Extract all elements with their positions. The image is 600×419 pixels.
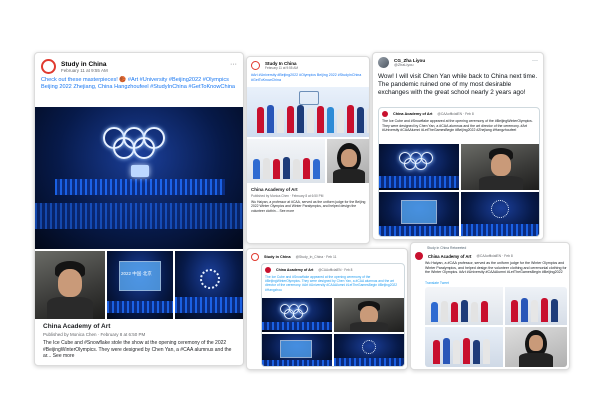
stage-lineup-image[interactable] xyxy=(425,327,503,367)
uniforms-image[interactable] xyxy=(247,139,325,183)
quoted-name: China Academy of Art xyxy=(276,268,314,272)
ice-cube-thumbnail[interactable]: 2022 中国·北京 xyxy=(107,251,173,319)
quoted-body: The Ice Cube and #Snowflake appeared at … xyxy=(265,275,398,292)
olympic-rings xyxy=(103,127,183,163)
ice-cube-image xyxy=(379,192,459,236)
shared-page-name[interactable]: China Academy of Art xyxy=(43,323,110,330)
quoted-name: China Academy of Art xyxy=(393,112,433,116)
shared-body: Wu Haiyan, a professor at #CAA, served a… xyxy=(251,200,366,213)
tweet-body: Wow! I will visit Chen Yan while back to… xyxy=(378,73,538,97)
account-handle: @Study_In_China · Feb 11 xyxy=(295,255,337,259)
portrait-thumbnail[interactable] xyxy=(35,251,105,319)
account-avatar[interactable] xyxy=(251,253,259,261)
quoted-tweet[interactable]: China Academy of Art @CAAofficialEN · Fe… xyxy=(261,263,405,367)
account-avatar[interactable] xyxy=(378,57,389,68)
translate-link[interactable]: Translate Tweet xyxy=(425,281,449,285)
quoted-avatar xyxy=(382,111,388,117)
ceremony-stage-image[interactable] xyxy=(247,87,369,137)
professor-portrait-image[interactable] xyxy=(505,327,567,367)
facebook-post-left: Study in China February 11 at 9:55 AM ··… xyxy=(34,52,244,366)
tweet-right-bottom: Study in China Retweeted China Academy o… xyxy=(410,242,570,370)
ceremony-image[interactable] xyxy=(35,107,243,249)
quoted-avatar xyxy=(265,267,271,273)
portrait-image xyxy=(461,144,539,190)
ceremony-stage-image[interactable] xyxy=(505,287,567,325)
ice-cube-image xyxy=(262,334,332,366)
quoted-handle: @CAAofficialEN · Feb 8 xyxy=(318,268,353,272)
shared-page-name[interactable]: China Academy of Art xyxy=(251,187,298,192)
quoted-body: The Ice Cube and #Snowflake appeared at … xyxy=(382,119,533,132)
account-handle: @CAAofficialEN · Feb 8 xyxy=(476,254,513,258)
facebook-post-middle: Study In China February 11 at 9:55 AM #A… xyxy=(246,56,370,244)
post-body: #Art #University #Beijing2022 #Olympics … xyxy=(251,73,362,82)
page-avatar[interactable] xyxy=(251,61,260,70)
portrait-image xyxy=(334,298,404,332)
quoted-handle: @CAAofficialEN · Feb 8 xyxy=(437,112,474,116)
rings-image xyxy=(379,144,459,190)
post-date[interactable]: February 11 at 9:55 AM xyxy=(61,68,108,73)
inset-caption: 2022 中国·北京 xyxy=(121,271,152,276)
uniforms-image[interactable] xyxy=(425,287,503,325)
retweet-label: Study in China Retweeted xyxy=(427,246,467,250)
more-options-icon[interactable]: ··· xyxy=(230,61,237,68)
social-post-collage: Study in China February 11 at 9:55 AM ··… xyxy=(0,0,600,419)
page-name[interactable]: Study in China xyxy=(61,61,108,68)
shared-meta: Published by Monica Chen · February 8 at… xyxy=(43,332,146,337)
shared-meta: Published by Monica Chen · February 8 at… xyxy=(251,194,324,198)
shared-body: The Ice Cube and #Snowflake stole the sh… xyxy=(43,340,232,359)
rings-image xyxy=(262,298,332,332)
post-body: Check out these masterpieces! 🏀 #Art #Un… xyxy=(41,77,236,90)
account-name[interactable]: China Academy of Art xyxy=(428,254,471,259)
account-name[interactable]: Study in China xyxy=(264,255,291,259)
account-avatar[interactable] xyxy=(415,252,423,260)
professor-portrait-image[interactable] xyxy=(327,139,369,183)
snowflake-thumbnail[interactable] xyxy=(175,251,243,319)
page-avatar[interactable] xyxy=(41,59,56,74)
quoted-tweet[interactable]: China Academy of Art @CAAofficialEN · Fe… xyxy=(378,107,540,237)
account-handle: @ZhaLiyou xyxy=(394,63,414,67)
tweet-middle: Study in China @Study_In_China · Feb 11 … xyxy=(246,248,408,370)
tweet-body: Wu Haiyan, a #CAA professor, served as t… xyxy=(425,261,567,275)
post-date[interactable]: February 11 at 9:55 AM xyxy=(265,66,298,70)
tweet-right: CG_Zha Liyou @ZhaLiyou ··· Wow! I will v… xyxy=(372,52,544,240)
snowflake-image xyxy=(334,334,404,366)
more-options-icon[interactable]: ··· xyxy=(532,58,538,64)
snowflake-image xyxy=(461,192,539,236)
